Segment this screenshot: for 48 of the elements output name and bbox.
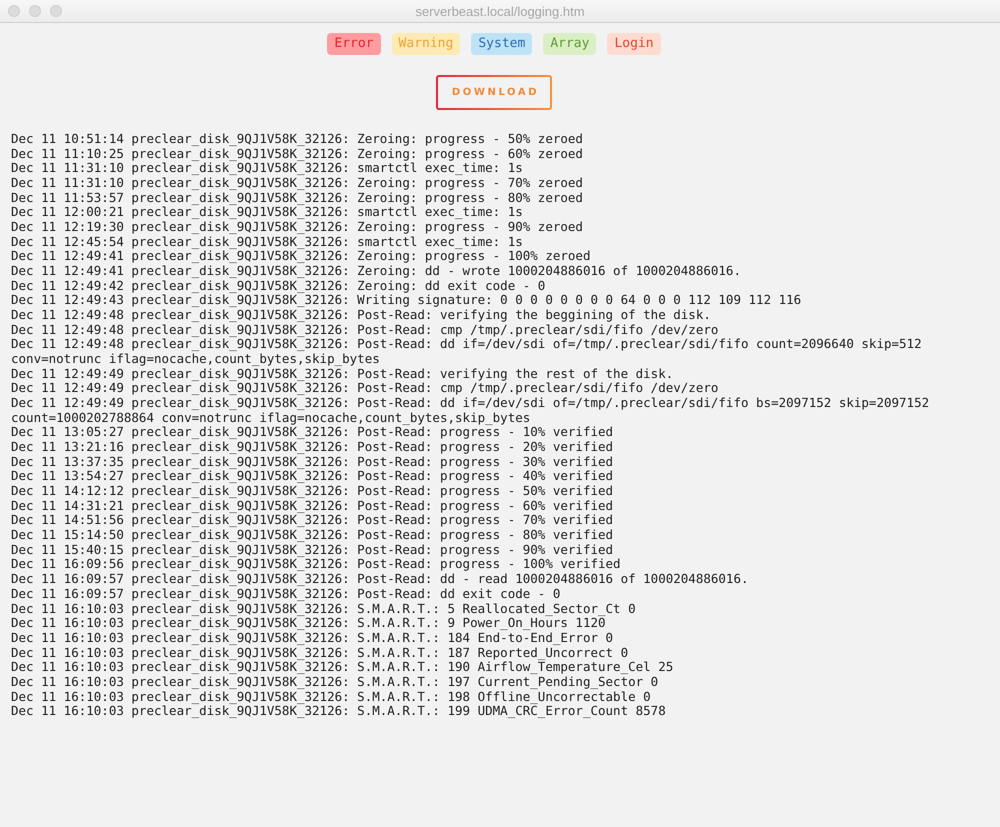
log-line: Dec 11 16:10:03 preclear_disk_9QJ1V58K_32126: S.M.A.R.T.: 197 Current_Pending_Sector 0 bbox=[11, 674, 660, 690]
log-line: Dec 11 15:40:15 preclear_disk_9QJ1V58K_32126: Post-Read: progress - 90% verified bbox=[11, 542, 614, 558]
log-line: Dec 11 16:10:03 preclear_disk_9QJ1V58K_32126: S.M.A.R.T.: 187 Reported_Uncorrect 0 bbox=[11, 646, 630, 660]
log-line: Dec 11 16:09:57 preclear_disk_9QJ1V58K_32126: Post-Read: dd - read 1000204886016 of 1000204886016. bbox=[11, 572, 750, 587]
log-line: Dec 11 13:54:27 preclear_disk_9QJ1V58K_32126: Post-Read: progress - 40% verified bbox=[11, 469, 614, 484]
filter-button[interactable]: System bbox=[471, 33, 532, 55]
log-line: Dec 11 14:51:56 preclear_disk_9QJ1V58K_32126: Post-Read: progress - 70% verified bbox=[11, 513, 614, 528]
filter-button[interactable]: Login bbox=[607, 33, 661, 55]
log-line: Dec 11 12:00:21 preclear_disk_9QJ1V58K_32126: smartctl exec_time: 1s bbox=[11, 205, 524, 220]
log-line: Dec 11 13:37:35 preclear_disk_9QJ1V58K_32126: Post-Read: progress - 30% verified bbox=[11, 454, 614, 470]
log-line: Dec 11 16:10:03 preclear_disk_9QJ1V58K_32126: S.M.A.R.T.: 184 End-to-End_Error 0 bbox=[11, 630, 614, 646]
log-line: Dec 11 12:49:48 preclear_disk_9QJ1V58K_32126: Post-Read: cmp /tmp/.preclear/sdi/fifo /dev/zero bbox=[11, 322, 720, 338]
log-line: Dec 11 16:10:03 preclear_disk_9QJ1V58K_32126: S.M.A.R.T.: 190 Airflow_Temperature_Cel 25 bbox=[11, 660, 674, 675]
log-line: Dec 11 12:49:41 preclear_disk_9QJ1V58K_32126: Zeroing: dd - wrote 1000204886016 of 1000204886016. bbox=[11, 264, 742, 279]
log-line: Dec 11 14:31:21 preclear_disk_9QJ1V58K_32126: Post-Read: progress - 60% verified bbox=[11, 498, 614, 514]
log-line: Dec 11 11:31:10 preclear_disk_9QJ1V58K_32126: Zeroing: progress - 70% zeroed bbox=[11, 176, 584, 191]
log-line: Dec 11 12:19:30 preclear_disk_9QJ1V58K_32126: Zeroing: progress - 90% zeroed bbox=[11, 220, 584, 235]
log-line: Dec 11 12:49:41 preclear_disk_9QJ1V58K_32126: Zeroing: progress - 100% zeroed bbox=[11, 249, 592, 264]
log-line: Dec 11 12:49:42 preclear_disk_9QJ1V58K_32126: Zeroing: dd exit code - 0 bbox=[11, 278, 546, 294]
log-line: Dec 11 11:53:57 preclear_disk_9QJ1V58K_32126: Zeroing: progress - 80% zeroed bbox=[11, 190, 584, 206]
log-line: Dec 11 16:10:03 preclear_disk_9QJ1V58K_32126: S.M.A.R.T.: 5 Reallocated_Sector_Ct 0 bbox=[11, 602, 637, 616]
log-line: Dec 11 12:49:49 preclear_disk_9QJ1V58K_32126: Post-Read: dd if=/dev/sdi of=/tmp/.preclear/sdi/fifo bs=2097152 skip=2097152 count=1000202788864 conv=notrunc iflag=nocache,count_bytes,skip_bytes bbox=[11, 396, 930, 426]
filter-button[interactable]: Array bbox=[543, 33, 596, 55]
log-line: Dec 11 16:10:03 preclear_disk_9QJ1V58K_32126: S.M.A.R.T.: 199 UDMA_CRC_Error_Count 8578 bbox=[11, 704, 667, 719]
log-line: Dec 11 12:49:43 preclear_disk_9QJ1V58K_32126: Writing signature: 0 0 0 0 0 0 0 0 64 0 0 0 112 109 112 116 bbox=[11, 293, 802, 308]
filter-button[interactable]: Warning bbox=[392, 33, 460, 55]
log-line: Dec 11 10:51:14 preclear_disk_9QJ1V58K_32126: Zeroing: progress - 50% zeroed bbox=[11, 132, 584, 147]
log-line: Dec 11 14:12:12 preclear_disk_9QJ1V58K_32126: Post-Read: progress - 50% verified bbox=[11, 484, 614, 499]
log-line: Dec 11 12:49:49 preclear_disk_9QJ1V58K_32126: Post-Read: cmp /tmp/.preclear/sdi/fifo /dev/zero bbox=[11, 381, 720, 396]
filter-button[interactable]: Error bbox=[327, 33, 381, 55]
window-control-button[interactable] bbox=[50, 5, 62, 17]
log-line: Dec 11 16:10:03 preclear_disk_9QJ1V58K_32126: S.M.A.R.T.: 198 Offline_Uncorrectable 0 bbox=[11, 690, 652, 704]
log-line: Dec 11 11:10:25 preclear_disk_9QJ1V58K_32126: Zeroing: progress - 60% zeroed bbox=[11, 146, 584, 162]
log-line: Dec 11 16:09:57 preclear_disk_9QJ1V58K_32126: Post-Read: dd exit code - 0 bbox=[11, 586, 562, 602]
log-line: Dec 11 12:45:54 preclear_disk_9QJ1V58K_32126: smartctl exec_time: 1s bbox=[11, 234, 524, 250]
window-control-button[interactable] bbox=[8, 5, 20, 17]
download-button[interactable]: DOWNLOAD bbox=[436, 75, 552, 110]
log-line: Dec 11 13:21:16 preclear_disk_9QJ1V58K_32126: Post-Read: progress - 20% verified bbox=[11, 440, 614, 455]
log-line: Dec 11 12:49:49 preclear_disk_9QJ1V58K_32126: Post-Read: verifying the rest of the disk. bbox=[11, 366, 674, 382]
window-title: serverbeast.local/logging.htm bbox=[415, 4, 585, 18]
log-line: Dec 11 16:09:56 preclear_disk_9QJ1V58K_32126: Post-Read: progress - 100% verified bbox=[11, 557, 622, 572]
window-control-button[interactable] bbox=[29, 5, 41, 17]
log-line: Dec 11 12:49:48 preclear_disk_9QJ1V58K_32126: Post-Read: verifying the beggining of the disk. bbox=[11, 308, 712, 323]
log-line: Dec 11 16:10:03 preclear_disk_9QJ1V58K_32126: S.M.A.R.T.: 9 Power_On_Hours 1120 bbox=[11, 616, 606, 631]
log-line: Dec 11 12:49:48 preclear_disk_9QJ1V58K_32126: Post-Read: dd if=/dev/sdi of=/tmp/.preclear/sdi/fifo count=2096640 skip=512 conv=notrunc iflag=nocache,count_bytes,skip_bytes bbox=[11, 337, 923, 367]
log-line: Dec 11 11:31:10 preclear_disk_9QJ1V58K_32126: smartctl exec_time: 1s bbox=[11, 161, 524, 176]
log-line: Dec 11 13:05:27 preclear_disk_9QJ1V58K_32126: Post-Read: progress - 10% verified bbox=[11, 425, 614, 440]
log-line: Dec 11 15:14:50 preclear_disk_9QJ1V58K_32126: Post-Read: progress - 80% verified bbox=[11, 528, 614, 543]
